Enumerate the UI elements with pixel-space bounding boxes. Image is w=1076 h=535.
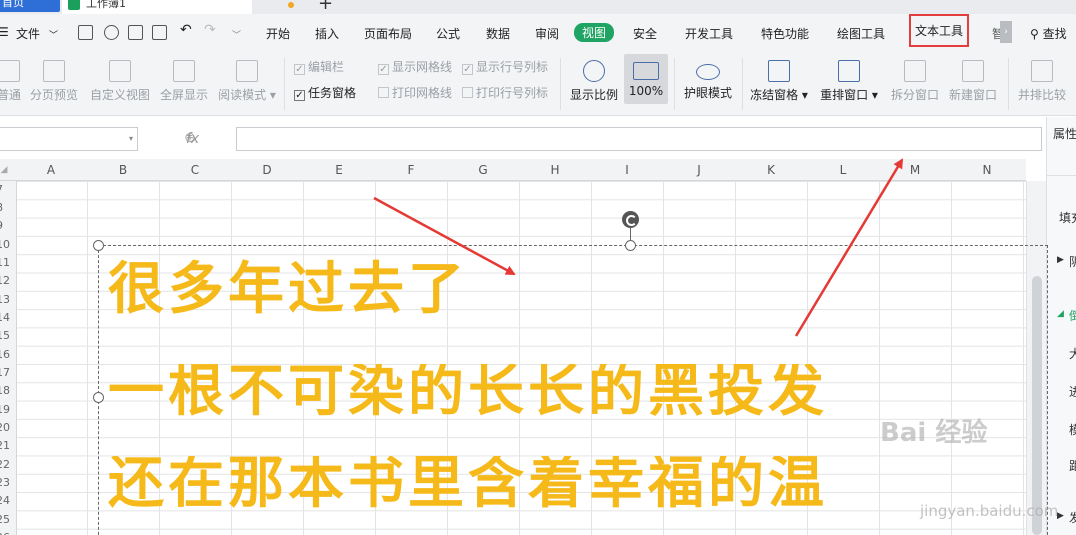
annotation-arrows <box>373 158 904 337</box>
arrow-to-text-tools <box>794 158 904 337</box>
arrow-to-textbox <box>373 196 516 276</box>
